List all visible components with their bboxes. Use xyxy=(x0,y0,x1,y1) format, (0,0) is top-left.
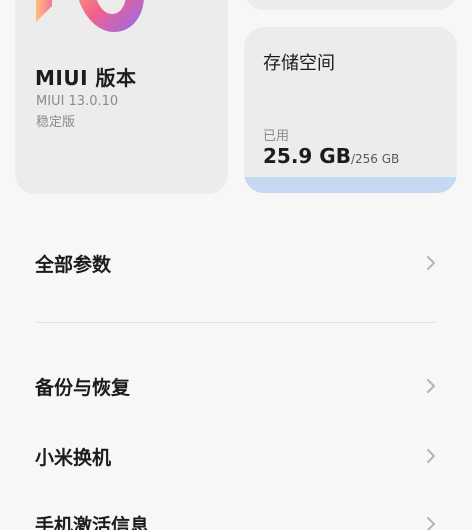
miui-version-title: MIUI 版本 xyxy=(35,66,137,90)
list-item-label: 小米换机 xyxy=(35,446,112,469)
storage-total-value: /256 GB xyxy=(350,152,400,166)
miui-version-number: MIUI 13.0.10 xyxy=(36,94,119,109)
chevron-right-icon xyxy=(427,449,435,463)
miui-logo-icon xyxy=(36,0,144,32)
list-item-activation-info[interactable]: 手机激活信息 xyxy=(0,494,472,530)
list-item-label: 手机激活信息 xyxy=(35,514,150,530)
device-card[interactable] xyxy=(244,0,457,10)
list-item-backup-restore[interactable]: 备份与恢复 xyxy=(0,356,472,416)
chevron-right-icon xyxy=(427,256,435,270)
miui-release-channel: 稳定版 xyxy=(36,115,76,130)
storage-usage-fill xyxy=(244,177,457,193)
storage-used-label: 已用 xyxy=(263,129,290,144)
divider xyxy=(35,322,437,323)
miui-version-card[interactable]: MIUI 版本 MIUI 13.0.10 稳定版 xyxy=(15,0,228,194)
list-item-all-specs[interactable]: 全部参数 xyxy=(0,233,472,293)
storage-usage-bar xyxy=(244,177,457,193)
storage-value: 25.9 GB/256 GB xyxy=(263,144,399,168)
chevron-right-icon xyxy=(427,517,435,530)
list-item-label: 全部参数 xyxy=(35,253,112,276)
list-item-mi-mover[interactable]: 小米换机 xyxy=(0,426,472,486)
about-phone-page: MIUI 版本 MIUI 13.0.10 稳定版 存储空间 已用 25.9 GB… xyxy=(0,0,472,530)
storage-title: 存储空间 xyxy=(263,53,335,74)
chevron-right-icon xyxy=(427,379,435,393)
storage-used-value: 25.9 GB xyxy=(263,144,351,168)
storage-card[interactable]: 存储空间 已用 25.9 GB/256 GB xyxy=(244,27,457,193)
list-item-label: 备份与恢复 xyxy=(35,376,131,399)
